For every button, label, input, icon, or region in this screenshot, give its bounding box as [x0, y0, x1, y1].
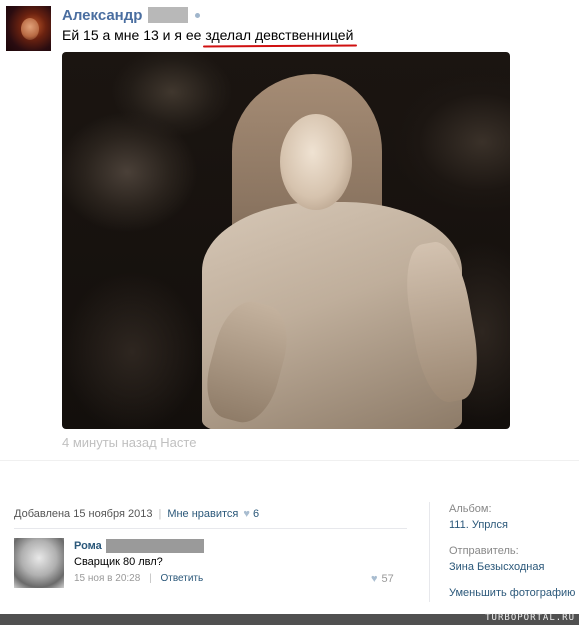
like-button[interactable]: Мне нравится [167, 508, 238, 520]
watermark-text: TURBOPORTAL.RU [485, 613, 575, 623]
avatar-face [21, 18, 39, 40]
album-link[interactable]: 111. Упрлся [449, 519, 508, 531]
heart-icon[interactable]: ♥ [371, 573, 378, 585]
comment-meta: 15 ноя в 20:28 | Ответить [74, 573, 203, 584]
comments-divider [14, 528, 407, 529]
comment-author[interactable]: Рома [74, 540, 102, 552]
post-text-underlined: зделал девственницей [205, 27, 354, 43]
watermark-bar: TURBOPORTAL.RU [0, 613, 579, 625]
redacted-comment-surname [105, 539, 204, 553]
like-count[interactable]: 6 [253, 508, 259, 520]
photo-info-row: Добавлена 15 ноября 2013 | Мне нравится … [14, 508, 259, 520]
online-indicator-icon [195, 12, 201, 18]
post-meta: 4 минуты назад Насте [62, 435, 197, 450]
post-photo[interactable] [62, 52, 510, 429]
comment-author-row: Рома [74, 538, 204, 554]
separator: | [158, 508, 162, 520]
added-date: Добавлена 15 ноября 2013 [14, 508, 153, 520]
post: Александр Ей 15 а мне 13 и я ее зделал д… [0, 0, 579, 460]
sender-label: Отправитель: [449, 545, 519, 557]
heart-icon[interactable]: ♥ [243, 508, 250, 520]
comment-avatar[interactable] [14, 538, 64, 588]
reply-button[interactable]: Ответить [160, 573, 203, 584]
shrink-photo-link[interactable]: Уменьшить фотографию [449, 587, 575, 599]
author-name[interactable]: Александр [62, 7, 142, 24]
post-text: Ей 15 а мне 13 и я ее зделал девственниц… [62, 27, 353, 43]
sender-link[interactable]: Зина Безысходная [449, 561, 544, 573]
author-avatar[interactable] [6, 6, 51, 51]
comment-like-count: 57 [381, 573, 394, 585]
redacted-surname [148, 7, 189, 23]
photo-figure-face [280, 114, 352, 210]
divider [0, 460, 579, 461]
comment-like[interactable]: ♥ 57 [371, 573, 394, 585]
album-label: Альбом: [449, 503, 492, 515]
post-text-start: Ей 15 а мне 13 и я ее [62, 27, 206, 43]
author-row: Александр [62, 6, 201, 24]
separator: | [149, 573, 152, 584]
comment-time[interactable]: 15 ноя в 20:28 [74, 573, 140, 584]
comment-text: Сварщик 80 лвл? [74, 556, 163, 568]
sidebar-divider [429, 502, 430, 602]
